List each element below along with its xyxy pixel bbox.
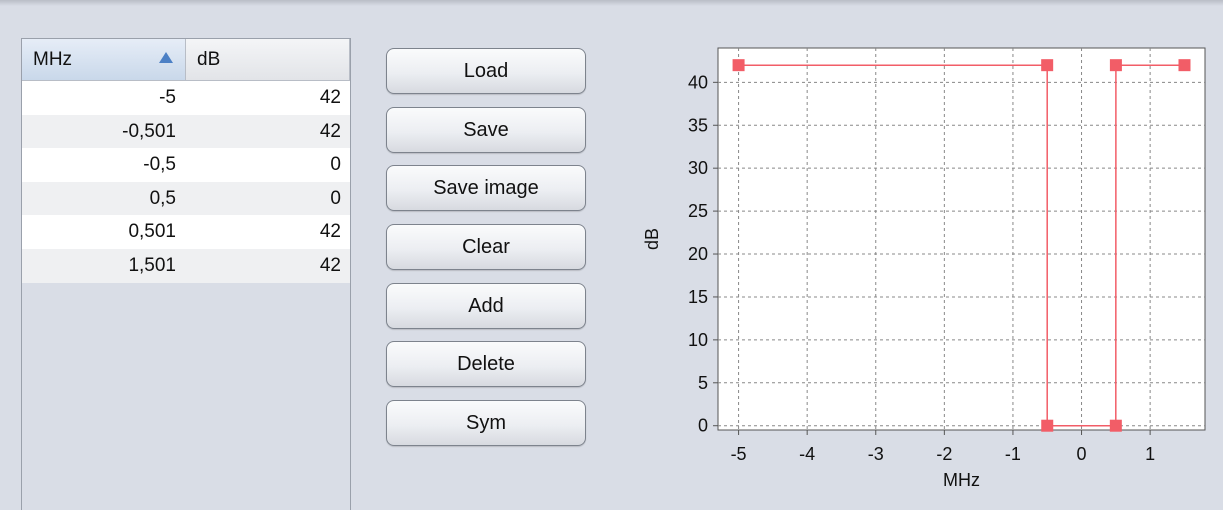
cell-mhz[interactable]: 1,501: [22, 249, 176, 283]
x-tick-label: -1: [1005, 444, 1021, 464]
cell-db[interactable]: 0: [176, 182, 341, 216]
y-tick-label: 5: [698, 373, 708, 393]
column-header-mhz-label: MHz: [33, 49, 73, 70]
cell-mhz[interactable]: -0,5: [22, 148, 176, 182]
delete-button[interactable]: Delete: [386, 341, 586, 387]
sort-ascending-icon: [159, 52, 173, 63]
x-tick-label: -3: [868, 444, 884, 464]
points-table[interactable]: MHz dB -5 42 -0,501 42 -0,5 0 0,5 0 0,50…: [21, 38, 351, 510]
cell-mhz[interactable]: 0,5: [22, 182, 176, 216]
x-axis-label: MHz: [943, 470, 980, 490]
cell-db[interactable]: 0: [176, 148, 341, 182]
y-tick-label: 25: [688, 201, 708, 221]
window-top-border: [0, 0, 1223, 6]
data-point-marker: [732, 59, 745, 72]
cell-db[interactable]: 42: [176, 215, 341, 249]
table-row[interactable]: 1,501 42: [22, 248, 350, 283]
add-button[interactable]: Add: [386, 283, 586, 329]
table-header: MHz dB: [22, 39, 350, 81]
y-axis-label: dB: [642, 228, 662, 250]
x-tick-label: -2: [936, 444, 952, 464]
x-tick-label: 1: [1145, 444, 1155, 464]
table-row[interactable]: 0,501 42: [22, 215, 350, 249]
x-tick-label: 0: [1077, 444, 1087, 464]
column-header-mhz[interactable]: MHz: [22, 39, 186, 80]
data-point-marker: [1041, 59, 1054, 72]
y-tick-label: 40: [688, 72, 708, 92]
cell-db[interactable]: 42: [176, 249, 341, 283]
data-point-marker: [1109, 59, 1122, 72]
load-button[interactable]: Load: [386, 48, 586, 94]
column-header-db-label: dB: [197, 49, 221, 70]
y-tick-label: 15: [688, 287, 708, 307]
y-tick-label: 20: [688, 244, 708, 264]
y-tick-label: 30: [688, 158, 708, 178]
cell-db[interactable]: 42: [176, 115, 341, 149]
cell-mhz[interactable]: -0,501: [22, 115, 176, 149]
y-tick-label: 35: [688, 115, 708, 135]
x-tick-label: -5: [731, 444, 747, 464]
column-header-db[interactable]: dB: [186, 39, 350, 80]
cell-mhz[interactable]: -5: [22, 81, 176, 115]
plot-area: [717, 47, 1206, 431]
sym-button[interactable]: Sym: [386, 400, 586, 446]
clear-button[interactable]: Clear: [386, 224, 586, 270]
x-tick-label: -4: [799, 444, 815, 464]
save-button[interactable]: Save: [386, 107, 586, 153]
save-image-button[interactable]: Save image: [386, 165, 586, 211]
cell-mhz[interactable]: 0,501: [22, 215, 176, 249]
table-row[interactable]: 0,5 0: [22, 181, 350, 216]
cell-db[interactable]: 42: [176, 81, 341, 115]
data-point-marker: [1178, 59, 1191, 72]
y-tick-label: 10: [688, 330, 708, 350]
table-row[interactable]: -0,501 42: [22, 114, 350, 149]
mask-chart: -5 -4 -3 -2 -1 0 10510152025303540 MHz dB: [642, 47, 1206, 490]
table-row[interactable]: -5 42: [22, 81, 350, 115]
data-point-marker: [1109, 419, 1122, 432]
data-point-marker: [1041, 419, 1054, 432]
table-row[interactable]: -0,5 0: [22, 148, 350, 182]
y-tick-label: 0: [698, 416, 708, 436]
